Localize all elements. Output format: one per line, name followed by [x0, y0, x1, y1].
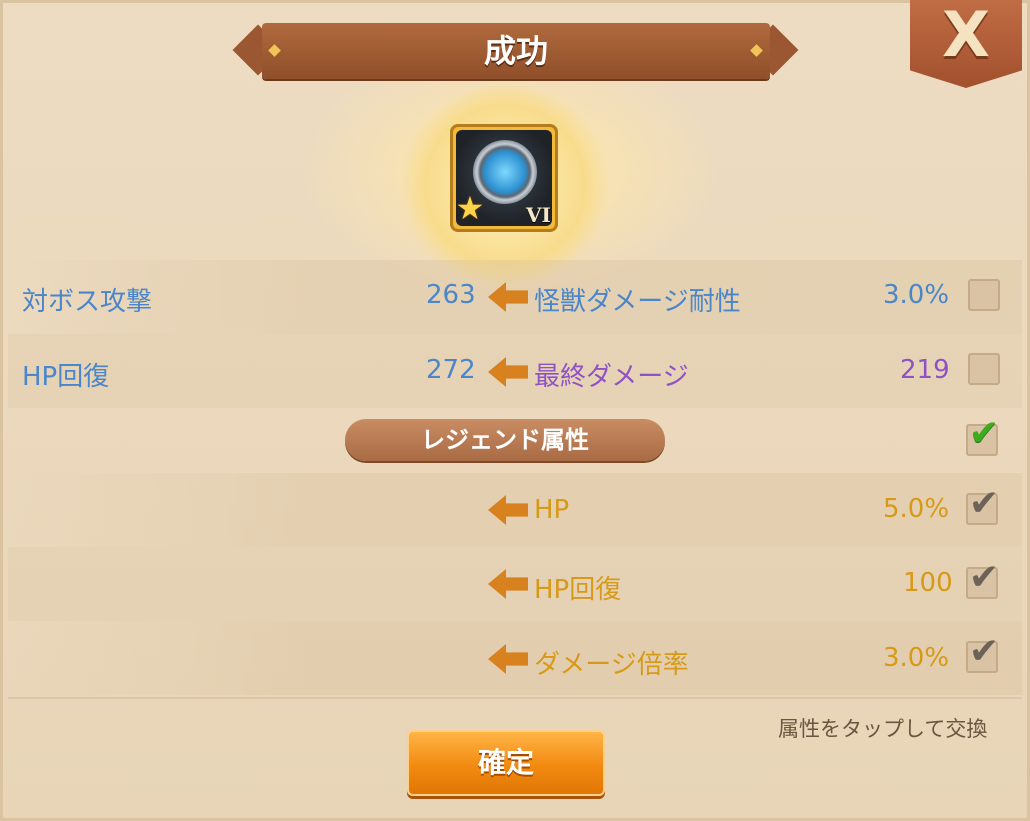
swap-hint: 属性をタップして交換	[778, 717, 988, 741]
dialog-title: 成功	[483, 32, 548, 70]
star-icon: ★	[455, 189, 485, 227]
old-stat-label: HP回復	[22, 362, 110, 392]
legend-stat-value: 3.0%	[883, 643, 950, 673]
confirm-button-label[interactable]: 確定	[407, 730, 605, 796]
item-rank: VI	[526, 203, 551, 227]
legend-attribute-label: レジェンド属性	[421, 426, 589, 454]
old-stat-value: 272	[426, 355, 476, 385]
check-icon: ✔	[968, 557, 1000, 598]
old-stat-value: 263	[426, 280, 476, 310]
stat-checkbox[interactable]	[968, 279, 1000, 311]
new-stat-label: 怪獣ダメージ耐性	[534, 287, 741, 317]
check-icon: ✔	[968, 413, 1000, 454]
legend-stat-label: ダメージ倍率	[534, 650, 689, 680]
new-stat-value: 219	[900, 355, 950, 385]
legend-stat-value: 100	[903, 568, 953, 598]
close-icon[interactable]: X	[910, 0, 1022, 70]
new-stat-value: 3.0%	[883, 280, 950, 310]
divider	[8, 697, 1022, 699]
legend-stat-label: HP回復	[534, 575, 622, 605]
stat-checkbox[interactable]	[968, 353, 1000, 385]
check-icon: ✔	[968, 483, 1000, 524]
check-icon: ✔	[968, 631, 1000, 672]
legend-stat-label: HP	[534, 495, 570, 525]
legend-stat-value: 5.0%	[883, 494, 950, 524]
new-stat-label: 最終ダメージ	[534, 362, 689, 392]
old-stat-label: 対ボス攻撃	[22, 287, 153, 317]
